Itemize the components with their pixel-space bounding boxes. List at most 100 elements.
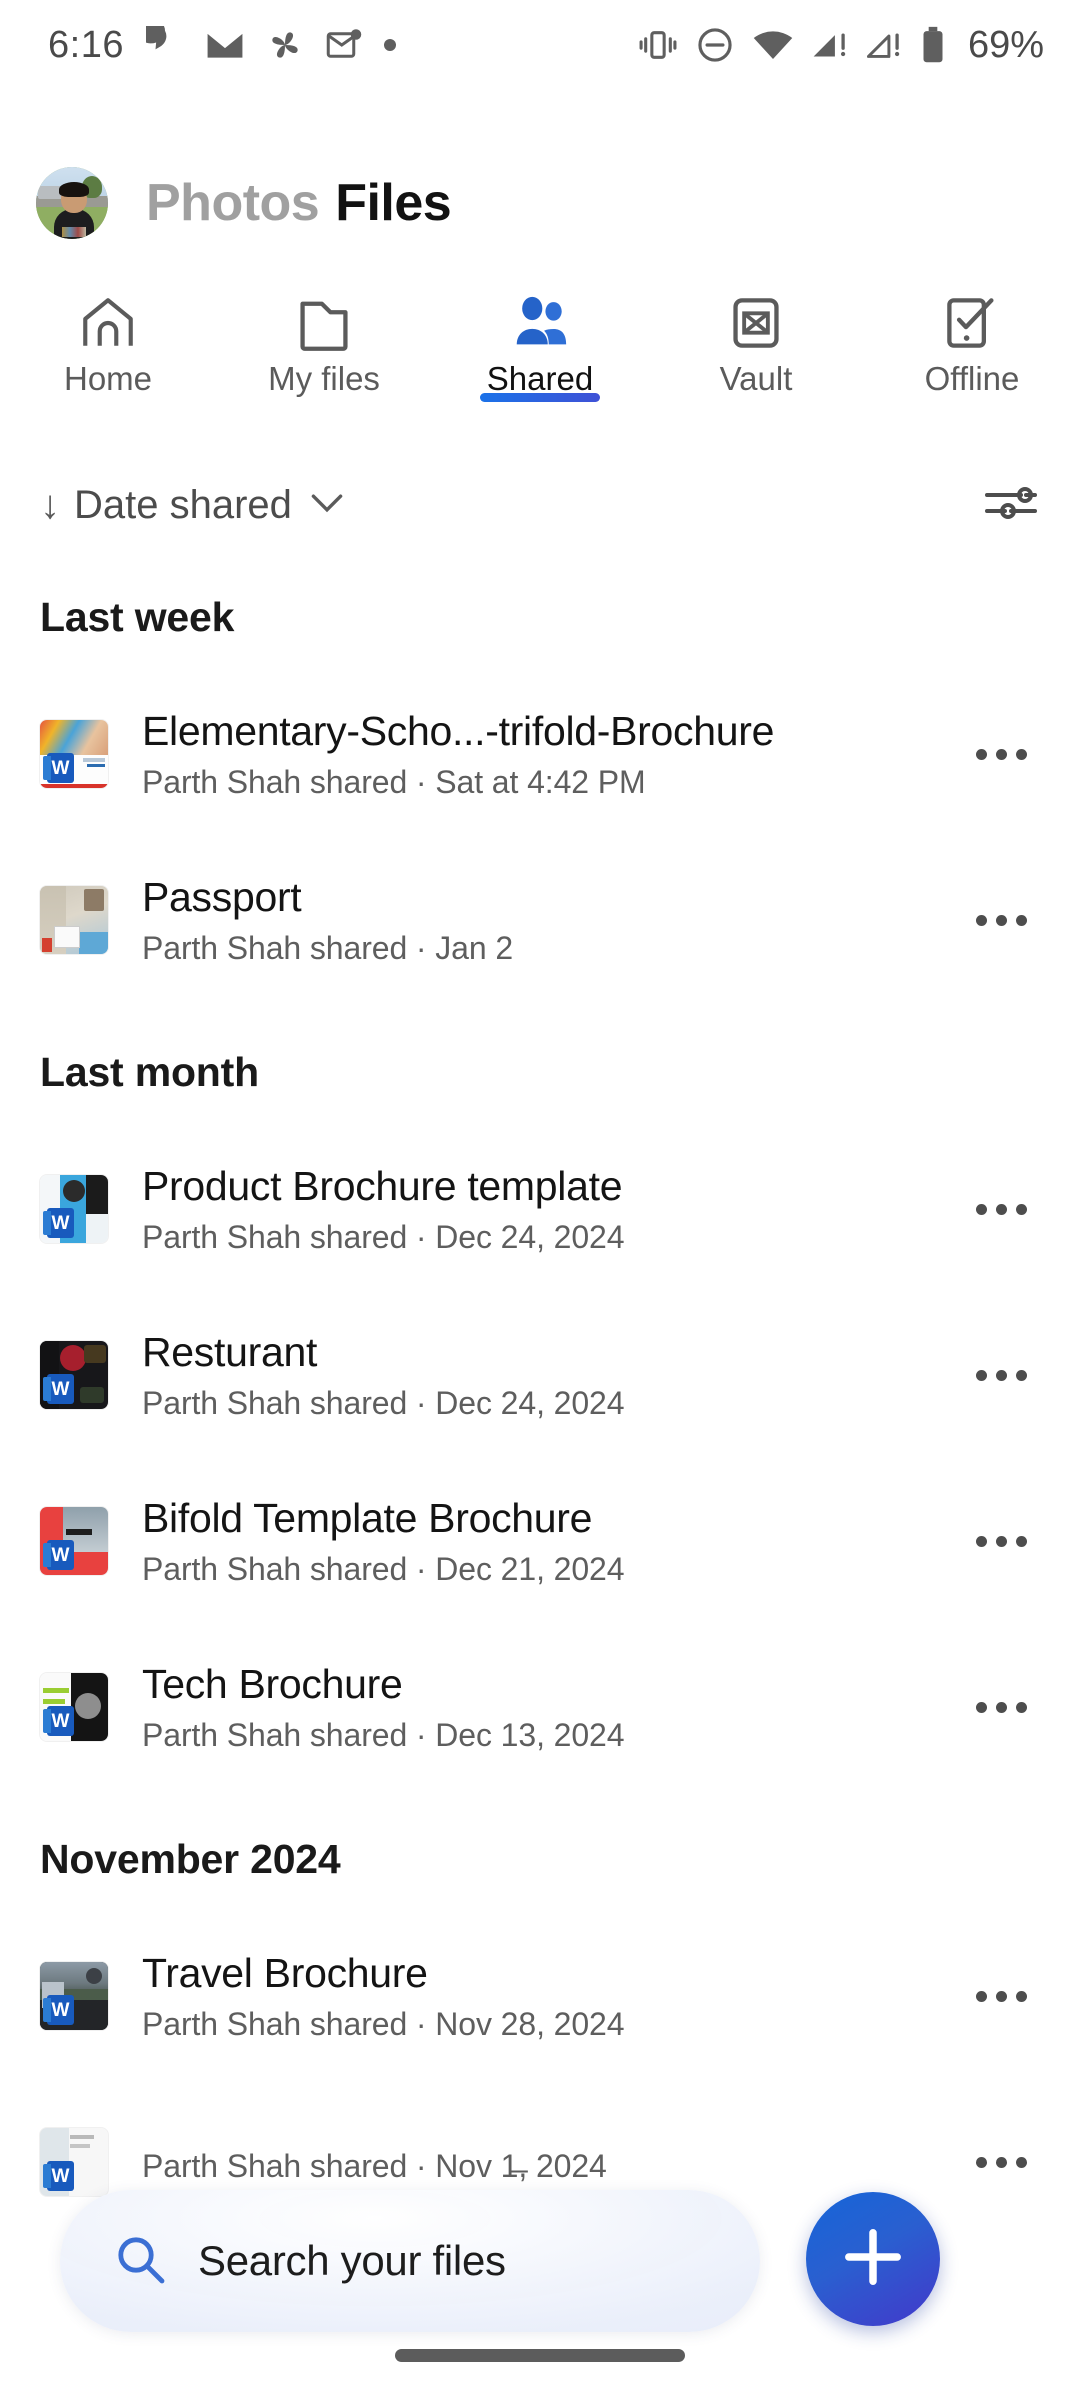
file-meta: Parth Shah shared · Nov 1̶, 2024 [142, 2139, 958, 2185]
status-bar-left: 6:16 [48, 24, 396, 67]
tab-bar: Home My files Shared Vault Offline [0, 282, 1080, 422]
group-header: Last month [40, 1049, 259, 1095]
search-input[interactable]: Search your files [198, 2237, 506, 2285]
phone-screen: 6:16 69% Photos Files Home My files Shar… [0, 0, 1080, 2400]
overflow-dot-icon [383, 39, 396, 51]
file-meta: Bifold Template Brochure Parth Shah shar… [142, 1495, 958, 1588]
word-file-badge: W [43, 1706, 74, 1736]
search-icon [114, 2233, 166, 2290]
file-name: Product Brochure template [142, 1162, 623, 1209]
title-files[interactable]: Files [335, 173, 452, 233]
tab-shared[interactable]: Shared [432, 282, 648, 402]
file-meta: Tech Brochure Parth Shah shared · Dec 13… [142, 1661, 958, 1754]
do-not-disturb-icon [698, 28, 732, 62]
status-bar-right: 69% [638, 24, 1044, 67]
list-item[interactable]: W Resturant Parth Shah shared · Dec 24, … [0, 1292, 1080, 1458]
file-name: Passport [142, 873, 302, 920]
word-file-badge: W [43, 2161, 74, 2191]
mail-unread-icon [326, 29, 362, 58]
page-title: Photos Files [146, 173, 452, 233]
tab-vault[interactable]: Vault [648, 282, 864, 398]
file-thumbnail: W [40, 1673, 108, 1741]
group-header: November 2024 [40, 1836, 341, 1882]
battery-icon [923, 26, 943, 63]
file-subtitle: Parth Shah shared · Dec 24, 2024 [142, 1384, 625, 1421]
file-thumbnail: W [40, 1507, 108, 1575]
file-subtitle: Parth Shah shared · Jan 2 [142, 929, 514, 966]
home-icon [77, 292, 139, 354]
file-name: Bifold Template Brochure [142, 1494, 593, 1541]
arrow-down-icon: ↓ [40, 483, 60, 527]
list-bottom-mask [0, 2338, 1080, 2400]
sort-label: Date shared [74, 482, 292, 527]
file-subtitle: Parth Shah shared · Dec 13, 2024 [142, 1716, 625, 1753]
file-name: Tech Brochure [142, 1660, 403, 1707]
file-subtitle: Parth Shah shared · Sat at 4:42 PM [142, 763, 646, 800]
wifi-icon [753, 31, 793, 59]
file-thumbnail: W [40, 1962, 108, 2030]
signal-sim1-alert-icon [813, 33, 846, 57]
offline-icon [943, 292, 1001, 354]
tab-label: Offline [924, 360, 1020, 397]
file-subtitle: Parth Shah shared · Nov 28, 2024 [142, 2005, 625, 2042]
tab-offline[interactable]: Offline [864, 282, 1080, 398]
avatar[interactable] [36, 167, 108, 239]
title-photos[interactable]: Photos [146, 173, 320, 233]
more-options-icon[interactable] [958, 1332, 1044, 1418]
plus-icon [840, 2224, 906, 2295]
filter-sliders-icon[interactable] [982, 481, 1040, 530]
word-file-badge: W [43, 1540, 74, 1570]
app-header: Photos Files [0, 148, 1080, 258]
battery-percent-label: 69% [967, 23, 1044, 66]
gesture-nav-handle[interactable] [395, 2349, 685, 2362]
file-thumbnail: W [40, 1175, 108, 1243]
tab-label: Vault [719, 360, 793, 397]
word-file-badge: W [43, 1208, 74, 1238]
more-options-icon[interactable] [958, 1664, 1044, 1750]
more-options-icon[interactable] [958, 877, 1044, 963]
tab-label: Home [63, 360, 153, 397]
signal-sim2-alert-icon [866, 33, 900, 58]
tab-my-files[interactable]: My files [216, 282, 432, 398]
more-options-icon[interactable] [958, 1498, 1044, 1584]
file-thumbnail: W [40, 720, 108, 788]
group-header: Last week [40, 594, 235, 640]
file-thumbnail [40, 886, 108, 954]
file-name: Travel Brochure [142, 1949, 428, 1996]
file-meta: Travel Brochure Parth Shah shared · Nov … [142, 1950, 958, 2043]
more-options-icon[interactable] [958, 2119, 1044, 2205]
more-options-icon[interactable] [958, 1166, 1044, 1252]
add-button[interactable] [806, 2192, 940, 2326]
tab-active-indicator [480, 393, 600, 402]
status-time: 6:16 [48, 23, 124, 66]
file-list: Last week W Elementary-Scho...-trifold-B… [0, 548, 1080, 2245]
people-icon [509, 292, 571, 354]
list-item[interactable]: W Elementary-Scho...-trifold-Brochure Pa… [0, 671, 1080, 837]
list-item[interactable]: W Tech Brochure Parth Shah shared · Dec … [0, 1624, 1080, 1790]
file-subtitle: Parth Shah shared · Nov 1̶, 2024 [142, 2148, 607, 2184]
pinwheel-icon [272, 32, 298, 58]
tab-home[interactable]: Home [0, 282, 216, 398]
list-item[interactable]: Passport Parth Shah shared · Jan 2 [0, 837, 1080, 1003]
more-options-icon[interactable] [958, 1953, 1044, 2039]
list-item[interactable]: W Travel Brochure Parth Shah shared · No… [0, 1913, 1080, 2079]
sort-control[interactable]: ↓ Date shared [40, 483, 344, 528]
sort-bar: ↓ Date shared [0, 462, 1080, 548]
word-file-badge: W [43, 753, 74, 783]
file-subtitle: Parth Shah shared · Dec 24, 2024 [142, 1218, 625, 1255]
more-options-icon[interactable] [958, 711, 1044, 797]
file-meta: Elementary-Scho...-trifold-Brochure Part… [142, 708, 958, 801]
file-thumbnail: W [40, 2128, 108, 2196]
file-subtitle: Parth Shah shared · Dec 21, 2024 [142, 1550, 625, 1587]
file-name: Resturant [142, 1328, 318, 1375]
vibrate-icon [639, 31, 677, 59]
chevron-down-icon [310, 492, 344, 519]
file-meta: Product Brochure template Parth Shah sha… [142, 1163, 958, 1256]
list-item[interactable]: W Product Brochure template Parth Shah s… [0, 1126, 1080, 1292]
search-bar[interactable]: Search your files [60, 2190, 760, 2332]
list-item[interactable]: W Bifold Template Brochure Parth Shah sh… [0, 1458, 1080, 1624]
file-meta: Resturant Parth Shah shared · Dec 24, 20… [142, 1329, 958, 1422]
word-file-badge: W [43, 1374, 74, 1404]
file-thumbnail: W [40, 1341, 108, 1409]
gmail-icon [207, 33, 243, 58]
